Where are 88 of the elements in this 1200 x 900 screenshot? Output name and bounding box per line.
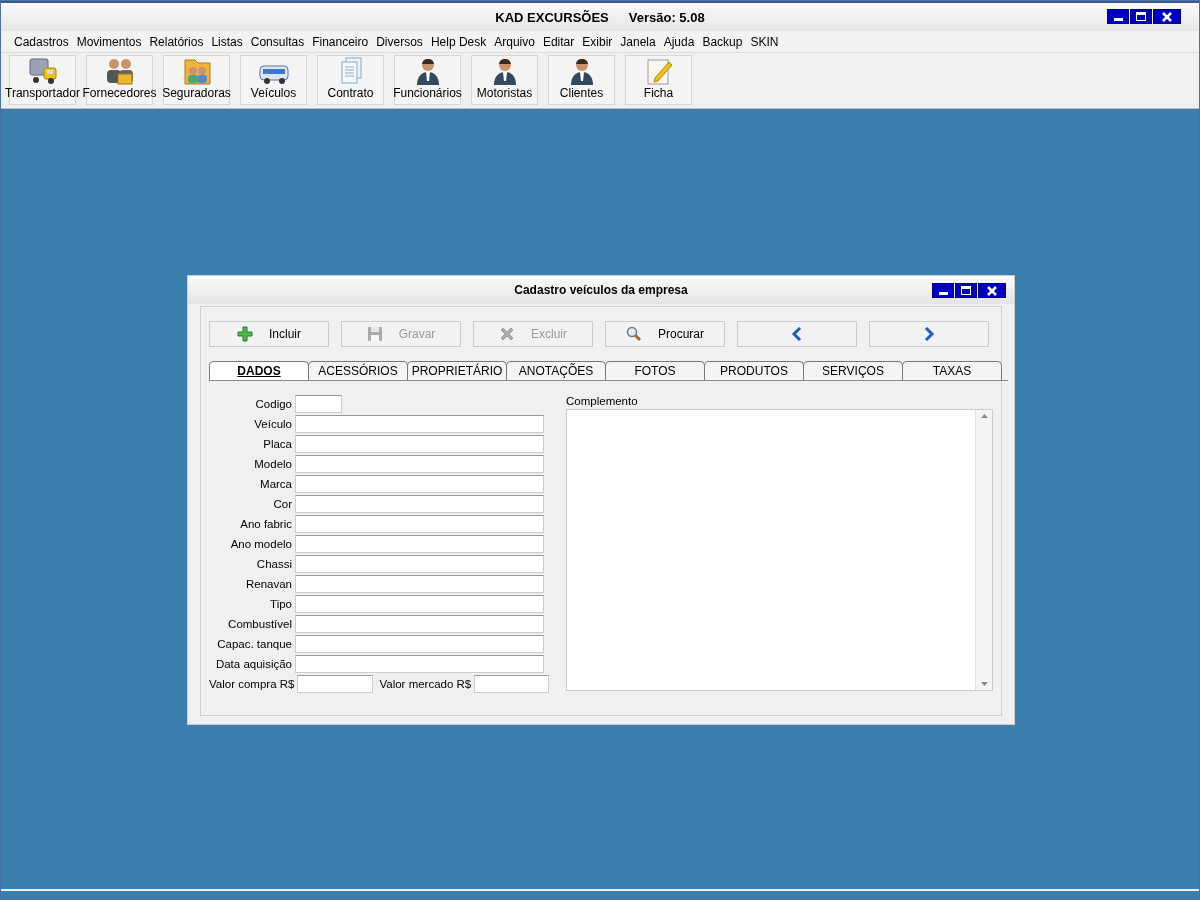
close-button[interactable] [978,283,1006,298]
field-label: Valor compra R$ [209,678,295,690]
menu-item[interactable]: Backup [698,34,747,49]
menu-item[interactable]: Ajuda [659,34,699,49]
input-field[interactable] [295,575,544,593]
input-field[interactable] [295,515,544,533]
minimize-button[interactable] [932,283,954,298]
bus-icon [257,62,290,86]
input-field[interactable] [295,455,544,473]
maximize-button[interactable] [1130,9,1152,24]
maximize-icon [961,286,971,295]
tab[interactable]: ANOTAÇÕES [506,361,606,380]
maximize-icon [1136,12,1146,21]
field-label: Placa [262,438,292,450]
menu-item[interactable]: Consultas [246,34,309,49]
field-label: Valor mercado R$ [379,678,472,690]
field-label: Cor [272,498,292,510]
tab[interactable]: PROPRIETÁRIO [407,361,507,380]
input-field[interactable] [295,395,342,413]
field-label: Ano fabric [239,518,292,530]
field-label: Chassi [255,558,292,570]
input-field[interactable] [295,535,544,553]
menu-item[interactable]: Exibir [578,34,617,49]
input-field[interactable] [295,435,544,453]
close-button[interactable] [1153,9,1181,24]
menu-item[interactable]: Arquivo [490,34,539,49]
toolbar-button[interactable]: Funcionários [394,55,461,105]
input-field[interactable] [297,675,374,693]
menu-item[interactable]: Editar [538,34,579,49]
field-label: Codigo [254,398,292,410]
tab[interactable]: DADOS [209,361,309,380]
menu-item[interactable]: SKIN [746,34,783,49]
maximize-button[interactable] [955,283,977,298]
field-label: Modelo [253,458,292,470]
field-label: Renavan [244,578,292,590]
truck-icon [26,56,59,86]
field-label: Ano modelo [229,538,292,550]
navigation-button[interactable] [737,321,857,347]
input-field[interactable] [295,635,544,653]
menu-item[interactable]: Movimentos [72,34,146,49]
field-label: Complemento [566,395,639,407]
menu-item[interactable]: Relatórios [145,34,208,49]
field-label: Combustível [227,618,292,630]
navigation-button[interactable] [869,321,989,347]
scrollbar[interactable] [975,410,992,690]
toolbar-button[interactable]: Contrato [317,55,384,105]
delete-icon [499,326,515,342]
scroll-down-icon [980,682,988,686]
tab[interactable]: FOTOS [605,361,705,380]
menu-item[interactable]: Cadastros [10,34,73,49]
field-label: Capac. tanque [216,638,292,650]
toolbar-button[interactable]: Seguradoras [163,55,230,105]
input-field[interactable] [295,495,544,513]
input-field[interactable] [295,615,544,633]
action-button[interactable]: Procurar [605,321,725,347]
scroll-up-icon [980,414,988,418]
input-field[interactable] [295,475,544,493]
input-field[interactable] [295,415,544,433]
menu-item[interactable]: Janela [616,34,660,49]
field-label: Tipo [269,598,292,610]
field-label: Marca [259,478,292,490]
dialog-title: Cadastro veículos da empresa [514,283,688,297]
close-icon [1162,11,1172,22]
plus-icon [237,326,253,342]
action-button[interactable]: Incluir [209,321,329,347]
input-field[interactable] [295,655,544,673]
toolbar-button[interactable]: Motoristas [471,55,538,105]
tab[interactable]: PRODUTOS [704,361,804,380]
tab[interactable]: SERVIÇOS [803,361,903,380]
input-field[interactable] [295,595,544,613]
menu-item[interactable]: Help Desk [426,34,491,49]
search-icon [626,326,642,342]
field-label: Data aquisição [214,658,292,670]
minimize-button[interactable] [1107,9,1129,24]
close-icon [987,285,997,296]
toolbar-button[interactable]: Veículos [240,55,307,105]
app-title: KAD EXCURSÕES [495,9,609,25]
input-field[interactable] [474,675,550,693]
menu-item[interactable]: Listas [207,34,247,49]
toolbar-button[interactable]: Clientes [548,55,615,105]
tab[interactable]: ACESSÓRIOS [308,361,408,380]
input-field[interactable] [295,555,544,573]
menu-item[interactable]: Financeiro [308,34,373,49]
version-label: Versão: 5.08 [628,9,705,25]
menu-item[interactable]: Diversos [372,34,427,49]
tab[interactable]: TAXAS [902,361,1002,380]
toolbar-button[interactable]: Ficha [625,55,692,105]
field-label: Veículo [253,418,292,430]
